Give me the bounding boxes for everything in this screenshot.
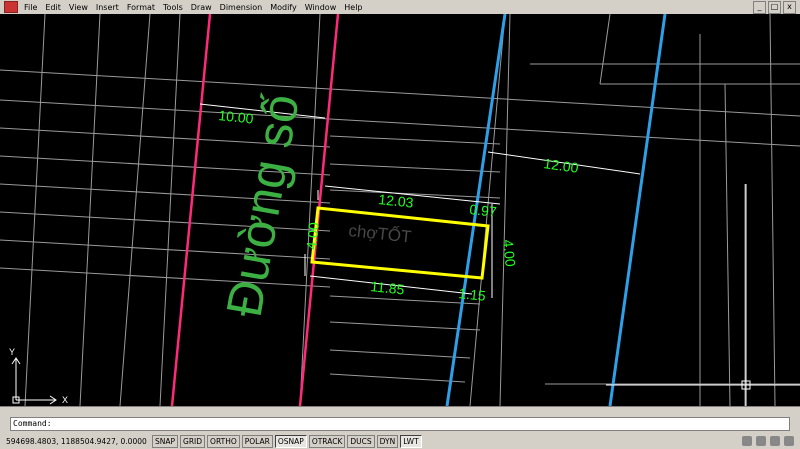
command-line-input[interactable]: Command: <box>10 417 790 431</box>
menu-dimension[interactable]: Dimension <box>216 3 267 12</box>
dim-road-width: 10.00 <box>218 107 255 127</box>
parcel-lines <box>0 14 800 406</box>
command-window: Command: <box>0 406 800 434</box>
dim-bottom-length: 11.85 <box>370 278 406 297</box>
menu-help[interactable]: Help <box>340 3 366 12</box>
dim-bottom-right: 1.15 <box>458 285 487 304</box>
menu-modify[interactable]: Modify <box>266 3 301 12</box>
window-controls: _ □ x <box>753 1 796 14</box>
restore-icon[interactable]: □ <box>768 1 781 14</box>
communication-center-icon[interactable] <box>770 436 780 446</box>
command-prompt: Command: <box>13 419 52 428</box>
grid-toggle[interactable]: GRID <box>180 435 206 448</box>
menu-bar: File Edit View Insert Format Tools Draw … <box>0 0 800 14</box>
drawing-canvas[interactable]: Đường số 10.00 12.03 0.97 11.85 1.15 4.0… <box>0 14 800 406</box>
autocad-app-icon[interactable] <box>4 1 18 13</box>
dyn-toggle[interactable]: DYN <box>376 435 399 448</box>
menu-draw[interactable]: Draw <box>187 3 216 12</box>
lock-icon[interactable] <box>756 436 766 446</box>
menu-insert[interactable]: Insert <box>92 3 123 12</box>
otrack-toggle[interactable]: OTRACK <box>308 435 346 448</box>
street-name-label: Đường số <box>216 90 310 321</box>
osnap-toggle[interactable]: OSNAP <box>274 435 307 448</box>
status-bar: 594698.4803, 1188504.9427, 0.0000 SNAP G… <box>0 434 800 449</box>
menu-edit[interactable]: Edit <box>41 3 65 12</box>
dim-right-width: 4.00 <box>500 239 519 268</box>
dim-top-length: 12.03 <box>378 191 415 211</box>
minimize-icon[interactable]: _ <box>753 1 766 14</box>
clean-screen-icon[interactable] <box>784 436 794 446</box>
model-space-icon[interactable] <box>742 436 752 446</box>
status-tray <box>742 436 794 446</box>
close-icon[interactable]: x <box>783 1 796 14</box>
ucs-y-label: Y <box>9 347 15 357</box>
snap-toggle[interactable]: SNAP <box>152 435 179 448</box>
ducs-toggle[interactable]: DUCS <box>347 435 375 448</box>
ucs-x-label: X <box>62 395 68 405</box>
menu-file[interactable]: File <box>20 3 41 12</box>
dim-left-width: 4.00 <box>303 221 322 250</box>
menu-format[interactable]: Format <box>123 3 159 12</box>
menu-tools[interactable]: Tools <box>159 3 187 12</box>
dim-top-right: 0.97 <box>469 201 498 220</box>
coordinate-readout: 594698.4803, 1188504.9427, 0.0000 <box>6 437 147 446</box>
watermark-text: chợTỐT <box>348 220 413 246</box>
polar-toggle[interactable]: POLAR <box>241 435 273 448</box>
lwt-toggle[interactable]: LWT <box>400 435 422 448</box>
ucs-icon <box>11 357 57 405</box>
menu-window[interactable]: Window <box>301 3 341 12</box>
menu-view[interactable]: View <box>65 3 92 12</box>
dim-right-far: 12.00 <box>543 155 580 176</box>
ortho-toggle[interactable]: ORTHO <box>207 435 240 448</box>
